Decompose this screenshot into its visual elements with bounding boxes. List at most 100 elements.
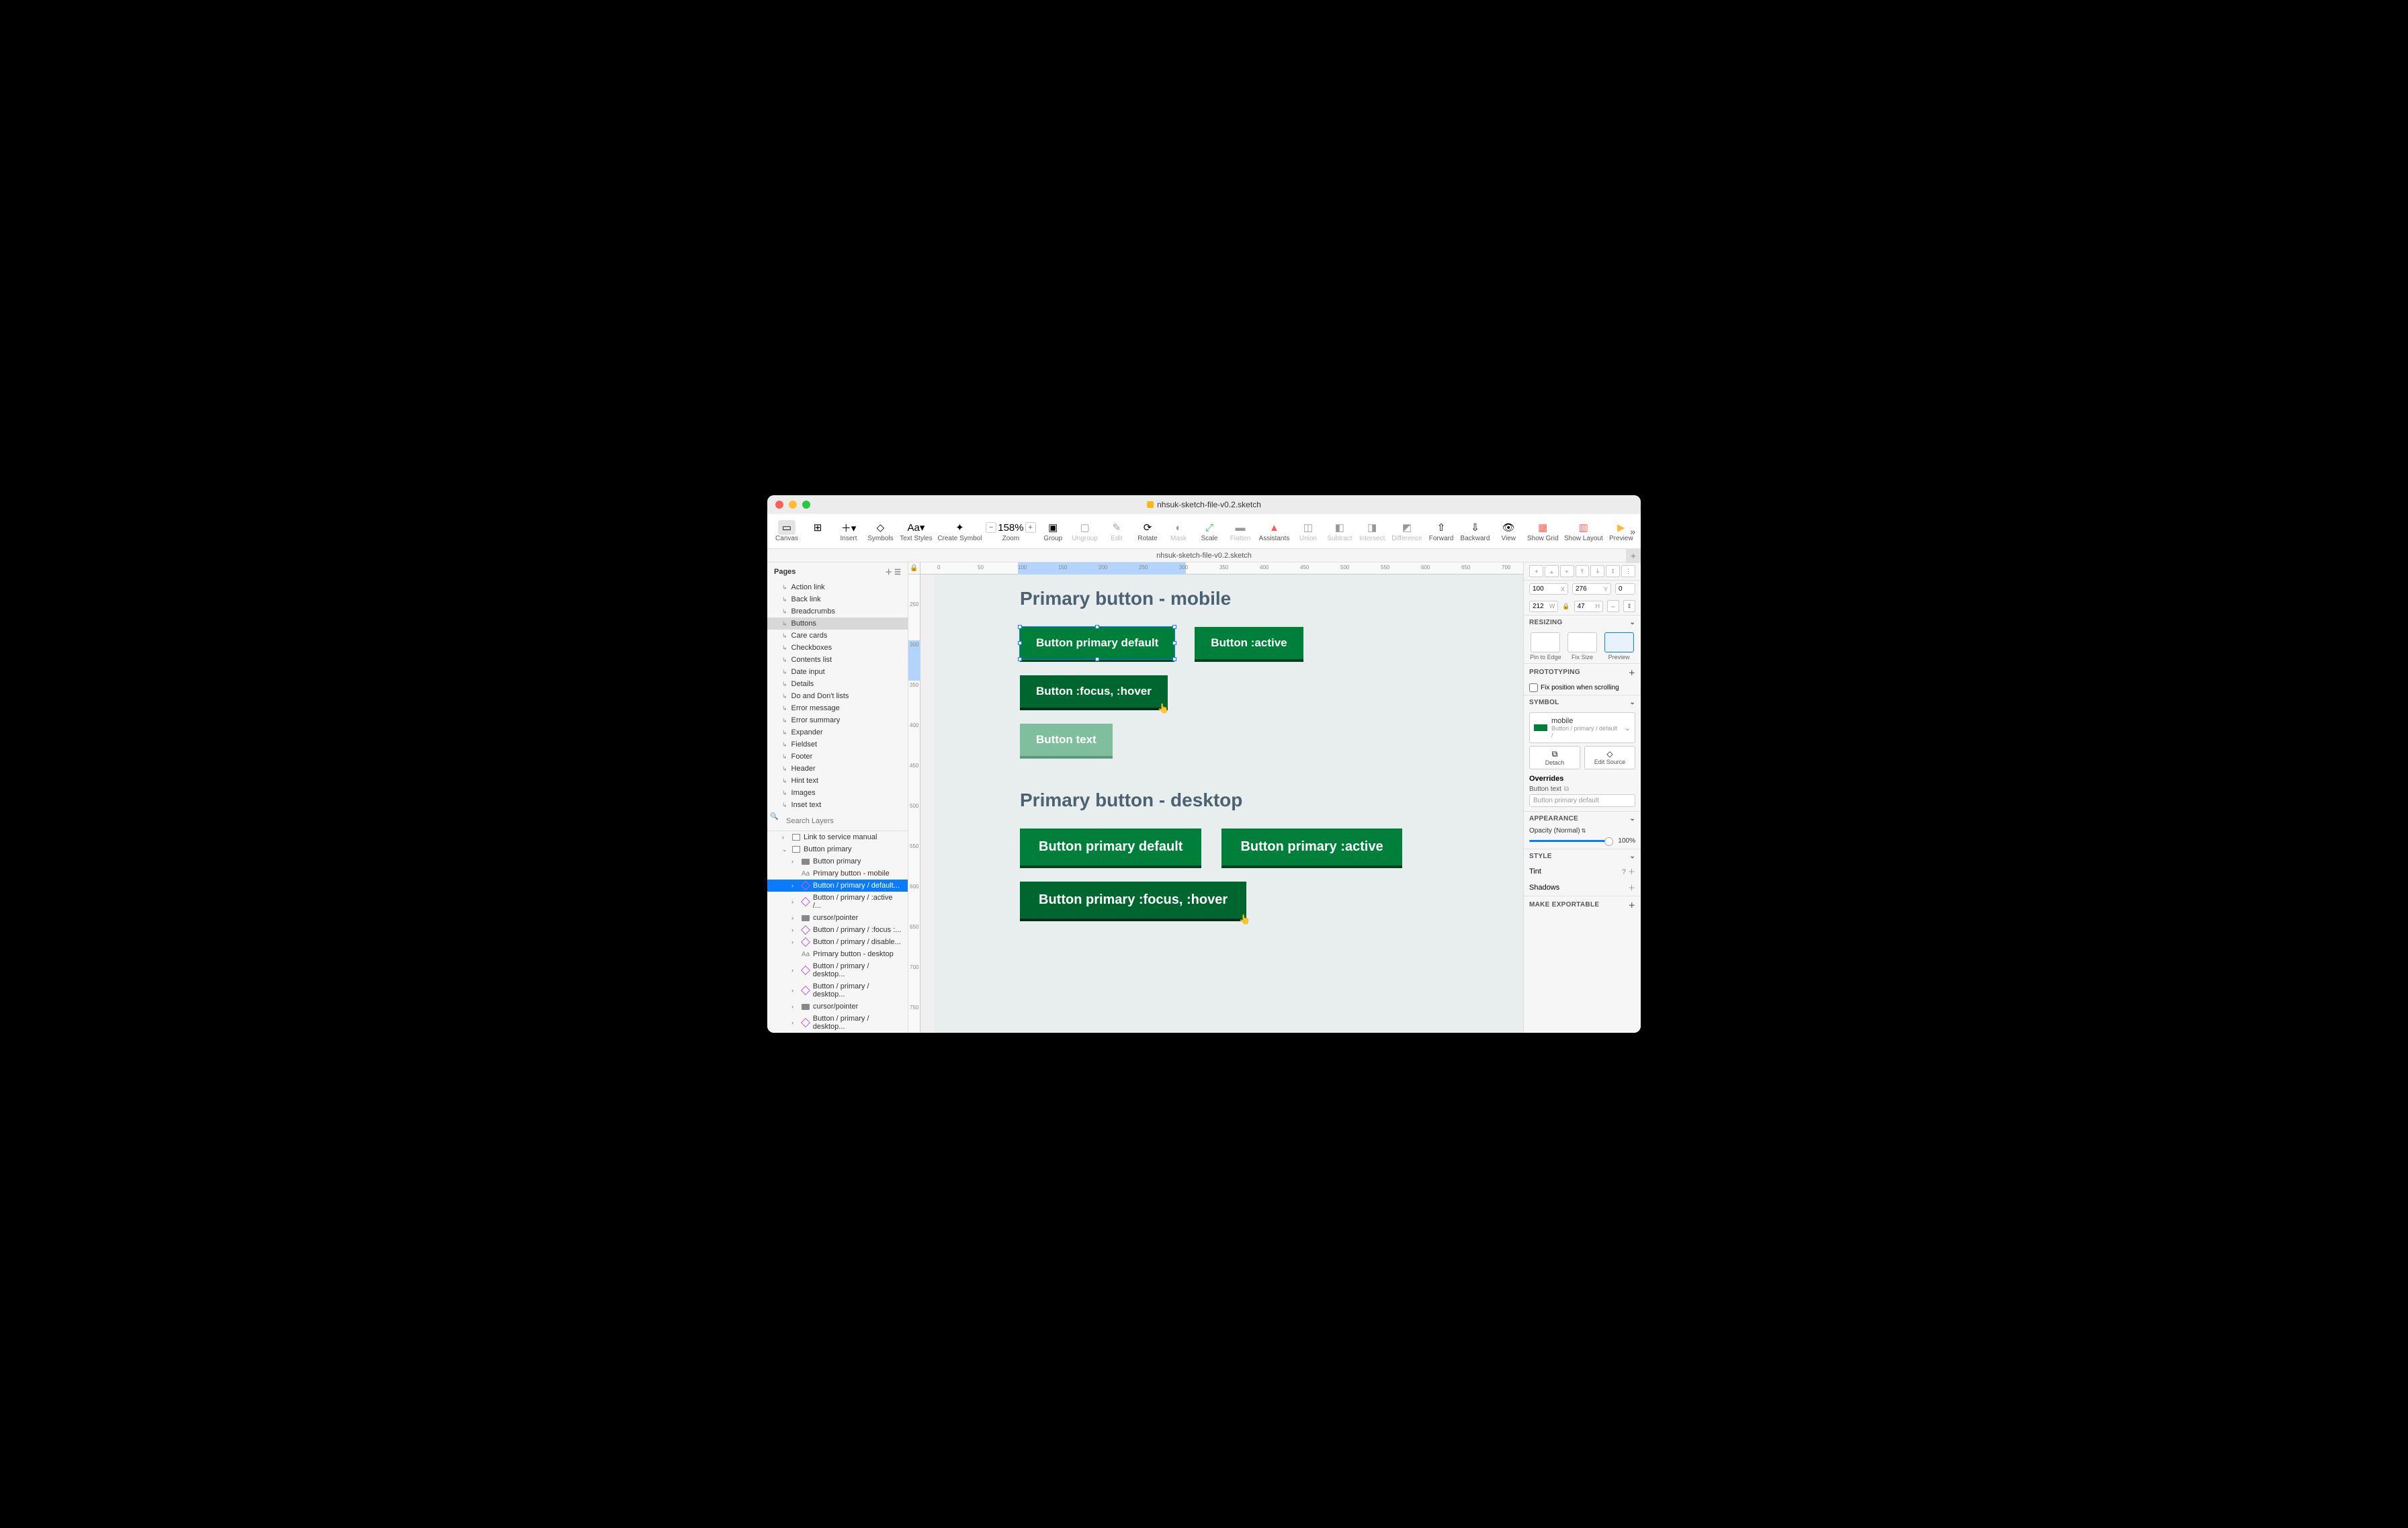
layer-item[interactable]: ›Button primary xyxy=(767,855,908,867)
zoom-in-icon[interactable]: + xyxy=(1025,522,1036,533)
canvas[interactable]: 🔒 05010015020025030035040045050055060065… xyxy=(908,562,1523,1033)
layer-item[interactable]: AaPrimary button - desktop xyxy=(767,948,908,960)
rotate-tool[interactable]: ⟳Rotate xyxy=(1133,519,1162,544)
page-item[interactable]: Date input xyxy=(767,666,908,678)
layer-item[interactable]: ›Button / primary / :active /... xyxy=(767,892,908,912)
detach-button[interactable]: ⧉Detach xyxy=(1529,746,1580,769)
layer-item[interactable]: ›Button / primary / disable... xyxy=(767,936,908,948)
appearance-section[interactable]: APPEARANCE⌄ xyxy=(1524,811,1641,826)
toolbar-overflow-icon[interactable]: » xyxy=(1630,526,1635,537)
layer-item[interactable]: ›Button / primary / desktop... xyxy=(767,1013,908,1033)
layer-item[interactable]: ›cursor/pointer xyxy=(767,1001,908,1013)
rotation-input[interactable]: 0 xyxy=(1615,583,1635,595)
chevron-down-icon[interactable]: ⌄ xyxy=(1629,619,1635,626)
layer-item[interactable]: ›Button / primary / desktop... xyxy=(767,980,908,1001)
override-text-input[interactable]: Button primary default xyxy=(1529,794,1635,807)
button-primary-default-mobile[interactable]: Button primary default xyxy=(1020,627,1174,659)
minimize-icon[interactable] xyxy=(789,501,797,509)
help-icon[interactable]: ? xyxy=(1622,868,1626,876)
ruler-lock-icon[interactable]: 🔒 xyxy=(908,562,920,575)
align-bottom-icon[interactable]: ⫱ xyxy=(1606,565,1620,577)
button-primary-active-desktop[interactable]: Button primary :active xyxy=(1221,829,1402,865)
union-tool[interactable]: ◫Union xyxy=(1294,519,1322,544)
subtract-tool[interactable]: ◧Subtract xyxy=(1325,519,1354,544)
prototyping-section[interactable]: PROTOTYPING＋ xyxy=(1524,663,1641,681)
page-item[interactable]: Action link xyxy=(767,581,908,593)
horizontal-ruler[interactable]: 0501001502002503003504004505005506006507… xyxy=(920,562,1523,575)
assistants-tool[interactable]: ▲Assistants xyxy=(1257,519,1291,544)
page-item[interactable]: Expander xyxy=(767,726,908,738)
chevron-down-icon[interactable]: ⌄ xyxy=(1629,853,1635,860)
height-input[interactable]: 47H xyxy=(1574,601,1603,612)
components-tool[interactable]: ⊞ xyxy=(804,519,832,544)
symbol-section[interactable]: SYMBOL⌄ xyxy=(1524,695,1641,710)
dropdown-icon[interactable]: ⇅ xyxy=(1582,828,1586,834)
layer-item[interactable]: ›Button / primary / desktop... xyxy=(767,960,908,980)
page-item[interactable]: Contents list xyxy=(767,654,908,666)
align-top-icon[interactable]: ⫯ xyxy=(1576,565,1590,577)
flatten-tool[interactable]: ▬Flatten xyxy=(1226,519,1254,544)
close-icon[interactable] xyxy=(775,501,783,509)
vertical-ruler[interactable]: 250300350400450500550600650700750 xyxy=(908,575,920,1033)
y-input[interactable]: 276Y xyxy=(1572,583,1611,595)
align-center-v-icon[interactable]: ⫰ xyxy=(1590,565,1604,577)
group-tool[interactable]: ▣Group xyxy=(1039,519,1067,544)
fix-position-checkbox[interactable]: Fix position when scrolling xyxy=(1529,683,1619,692)
edit-source-button[interactable]: ◇Edit Source xyxy=(1584,746,1635,769)
align-right-icon[interactable]: ⫟ xyxy=(1560,565,1574,577)
add-tab-button[interactable]: + xyxy=(1626,548,1641,563)
view-tool[interactable]: 👁View xyxy=(1494,519,1522,544)
zoom-tool[interactable]: −158%+ Zoom xyxy=(986,519,1037,544)
add-icon[interactable]: ＋ xyxy=(1628,868,1635,876)
add-icon[interactable]: ＋ xyxy=(1629,667,1635,677)
page-item[interactable]: Error message xyxy=(767,702,908,714)
page-item[interactable]: Buttons xyxy=(767,618,908,630)
page-item[interactable]: Hint text xyxy=(767,775,908,787)
layer-item[interactable]: ›Button / primary / default... xyxy=(767,880,908,892)
document-tab[interactable]: nhsuk-sketch-file-v0.2.sketch xyxy=(1156,552,1252,560)
page-item[interactable]: Inset text xyxy=(767,799,908,811)
flip-v-icon[interactable]: ⇕ xyxy=(1623,600,1635,612)
page-item[interactable]: Back link xyxy=(767,593,908,605)
fix-size-option[interactable] xyxy=(1567,632,1597,652)
x-input[interactable]: 100X xyxy=(1529,583,1568,595)
exportable-section[interactable]: MAKE EXPORTABLE＋ xyxy=(1524,896,1641,913)
page-item[interactable]: Checkboxes xyxy=(767,642,908,654)
layer-item[interactable]: ›Link to service manual xyxy=(767,831,908,843)
show-layout-tool[interactable]: ▥Show Layout xyxy=(1563,519,1604,544)
page-item[interactable]: Details xyxy=(767,678,908,690)
style-section[interactable]: STYLE⌄ xyxy=(1524,849,1641,863)
layers-panel[interactable]: ›Link to service manual⌄Button primary›B… xyxy=(767,831,908,1033)
button-hover-mobile[interactable]: Button :focus, :hover 👆 xyxy=(1020,675,1168,708)
backward-tool[interactable]: ⇩Backward xyxy=(1459,519,1492,544)
align-left-icon[interactable]: ⫞ xyxy=(1529,565,1543,577)
search-input[interactable] xyxy=(773,815,902,827)
symbols-tool[interactable]: ◇Symbols xyxy=(865,519,896,544)
page-item[interactable]: Care cards xyxy=(767,630,908,642)
button-active-mobile[interactable]: Button :active xyxy=(1195,627,1303,659)
insert-tool[interactable]: ＋▾Insert xyxy=(834,519,863,544)
chevron-down-icon[interactable]: ⌄ xyxy=(1629,699,1635,706)
link-icon[interactable]: ⧉ xyxy=(1564,786,1569,793)
opacity-slider[interactable] xyxy=(1529,840,1610,842)
layer-item[interactable]: ›cursor/pointer xyxy=(767,912,908,924)
create-symbol-tool[interactable]: ✦Create Symbol xyxy=(937,519,983,544)
canvas-tool[interactable]: ▭Canvas xyxy=(773,519,801,544)
layer-item[interactable]: ⌄Button primary xyxy=(767,843,908,855)
button-primary-hover-desktop[interactable]: Button primary :focus, :hover 👆 xyxy=(1020,882,1246,919)
button-primary-default-desktop[interactable]: Button primary default xyxy=(1020,829,1201,865)
page-item[interactable]: Images xyxy=(767,787,908,799)
artboard[interactable]: Primary button - mobile Button primary d… xyxy=(934,575,1523,1033)
edit-tool[interactable]: ✎Edit xyxy=(1103,519,1131,544)
zoom-out-icon[interactable]: − xyxy=(986,522,996,533)
pages-menu-icon[interactable]: ＋ ☰ xyxy=(885,566,901,577)
pin-to-edge-option[interactable] xyxy=(1531,632,1560,652)
add-icon[interactable]: ＋ xyxy=(1628,882,1635,893)
width-input[interactable]: 212W xyxy=(1529,601,1558,612)
chevron-down-icon[interactable]: ⌄ xyxy=(1629,815,1635,822)
intersect-tool[interactable]: ◨Intersect xyxy=(1357,519,1387,544)
preview-option[interactable] xyxy=(1604,632,1634,652)
chevron-down-icon[interactable]: ⌄ xyxy=(1625,724,1631,732)
page-item[interactable]: Fieldset xyxy=(767,738,908,751)
flip-h-icon[interactable]: ⇔ xyxy=(1607,600,1619,612)
